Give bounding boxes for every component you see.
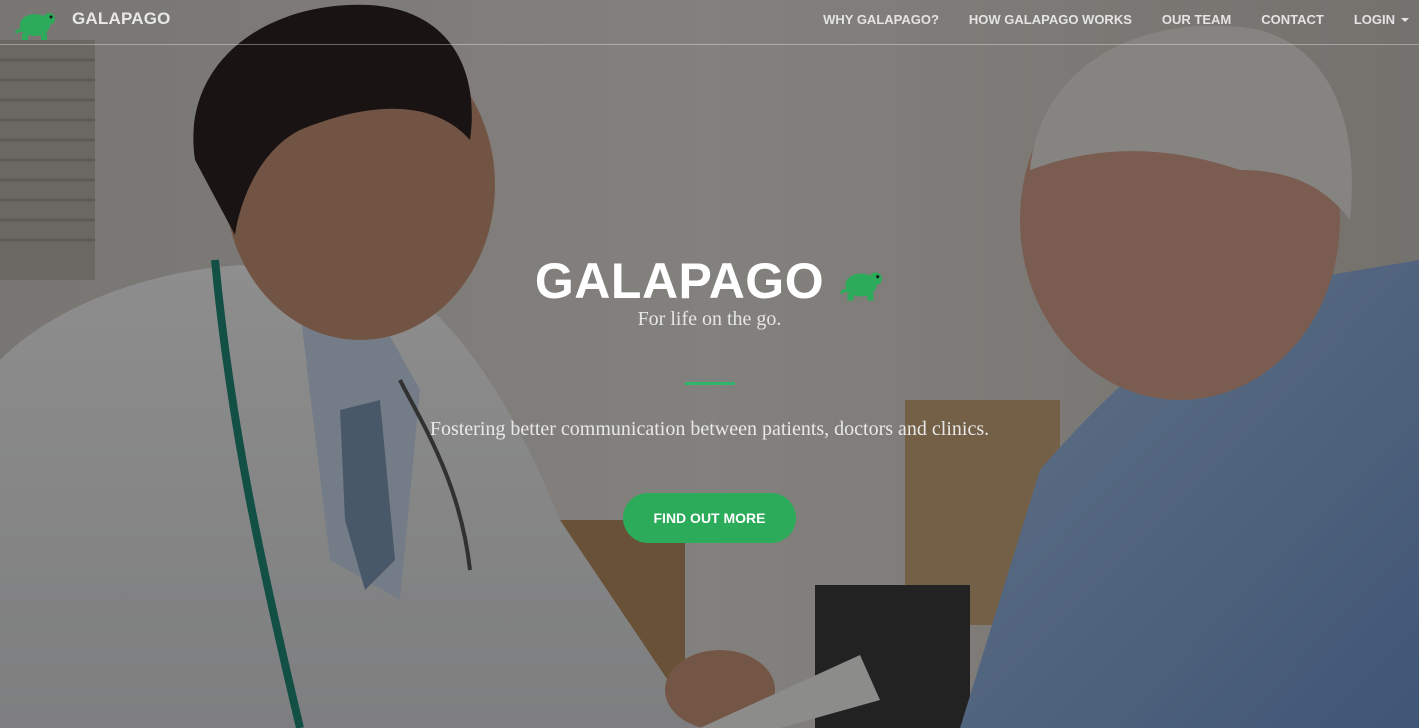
brand-link[interactable]: GALAPAGO xyxy=(13,8,171,40)
hero-section: GALAPAGO WHY GALAPAGO? HOW GALAPAGO WORK… xyxy=(0,0,1419,728)
caret-down-icon xyxy=(1401,17,1409,22)
hero-title: GALAPAGO xyxy=(534,253,825,309)
hero-title-row: GALAPAGO xyxy=(0,252,1419,310)
login-label: LOGIN xyxy=(1353,12,1395,27)
navbar: GALAPAGO WHY GALAPAGO? HOW GALAPAGO WORK… xyxy=(0,0,1419,45)
divider xyxy=(685,382,735,385)
find-out-more-button[interactable]: FIND OUT MORE xyxy=(623,493,796,543)
turtle-icon xyxy=(14,13,55,40)
nav-item-how-it-works[interactable]: HOW GALAPAGO WORKS xyxy=(969,12,1132,27)
hero-tagline: For life on the go. xyxy=(637,308,782,330)
dark-overlay xyxy=(0,0,1419,728)
nav-menu: WHY GALAPAGO? HOW GALAPAGO WORKS OUR TEA… xyxy=(793,12,1409,27)
nav-item-contact[interactable]: CONTACT xyxy=(1261,12,1324,27)
hero-lead-text: Fostering better communication between p… xyxy=(429,418,990,440)
brand-name: GALAPAGO xyxy=(72,9,171,28)
nav-item-login[interactable]: LOGIN xyxy=(1354,12,1409,27)
turtle-icon xyxy=(839,272,883,301)
nav-item-our-team[interactable]: OUR TEAM xyxy=(1162,12,1231,27)
nav-item-why-galapago[interactable]: WHY GALAPAGO? xyxy=(823,12,939,27)
